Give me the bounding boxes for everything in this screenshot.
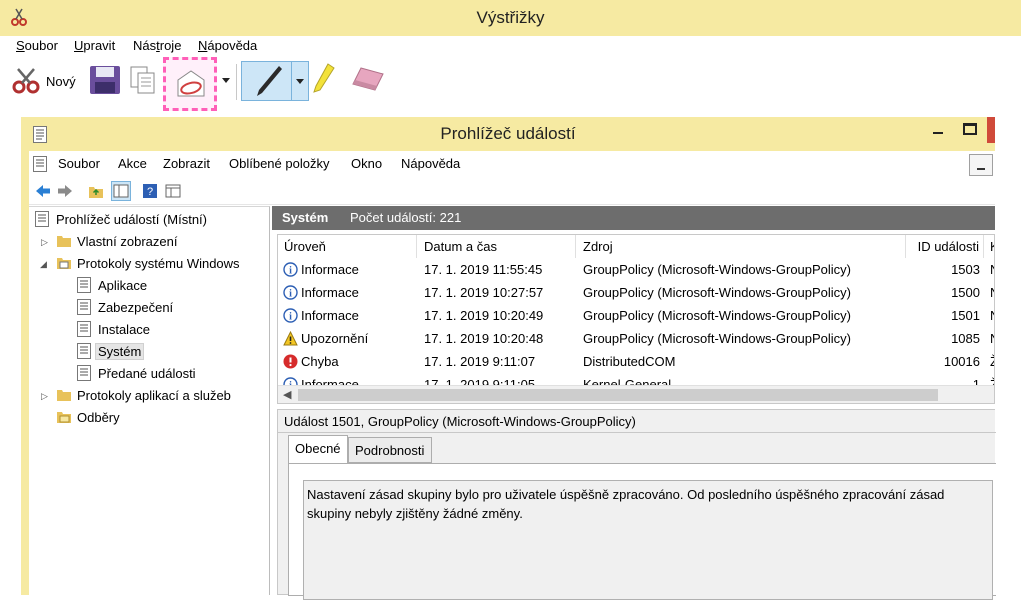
chevron-down-icon[interactable] [222,78,230,83]
toolbar-separator [236,64,237,100]
snipping-tool-titlebar: Výstřižky [0,0,1021,36]
chevron-down-icon [296,79,304,84]
tab-general[interactable]: Obecné [288,435,348,463]
svg-text:?: ? [147,186,153,198]
expand-arrow-icon[interactable]: ▷ [41,237,48,248]
table-row[interactable]: i Informace 17. 1. 2019 10:27:57 GroupPo… [278,281,994,304]
table-row[interactable]: i Informace 17. 1. 2019 10:20:49 GroupPo… [278,304,994,327]
log-icon [77,343,93,359]
svg-text:i: i [289,266,292,277]
column-header-level[interactable]: Úroveň [278,235,417,258]
event-viewer-client: Soubor Akce Zobrazit Oblíbené položky Ok… [29,151,996,600]
log-pane: Systém Počet událostí: 221 Úroveň Datum … [272,206,996,600]
event-viewer-window: Prohlížeč událostí Soubor Akce Zobrazit … [21,117,996,600]
properties-icon[interactable] [165,183,181,199]
ev-menu-napoveda[interactable]: Nápověda [401,156,460,171]
info-icon: i [283,285,298,300]
table-row[interactable]: i Informace 17. 1. 2019 11:55:45 GroupPo… [278,258,994,281]
collapse-arrow-icon[interactable]: ◢ [40,259,47,270]
divider [278,432,996,433]
column-header-id[interactable]: ID události [906,235,984,258]
log-icon [77,299,93,315]
send-snip-icon [175,68,207,103]
horizontal-scrollbar[interactable]: ◀ [278,385,994,403]
event-viewer-icon [35,211,51,227]
tab-details[interactable]: Podrobnosti [348,437,432,463]
event-viewer-titlebar: Prohlížeč událostí [21,117,995,151]
ev-menu-oblibene[interactable]: Oblíbené položky [229,156,329,171]
new-snip-button[interactable]: Nový [10,62,82,100]
menu-upravit[interactable]: Upravit [74,38,115,53]
scroll-left-icon[interactable]: ◀ [283,388,291,401]
scissors-icon [10,66,42,99]
table-row[interactable]: Chyba 17. 1. 2019 9:11:07 DistributedCOM… [278,350,994,373]
table-row[interactable]: Upozornění 17. 1. 2019 10:20:48 GroupPol… [278,327,994,350]
svg-text:i: i [289,289,292,300]
new-label: Nový [46,74,76,89]
pen-button[interactable] [241,61,309,101]
log-icon [77,321,93,337]
ev-menu-zobrazit[interactable]: Zobrazit [163,156,210,171]
pen-icon [254,64,284,101]
column-header-source[interactable]: Zdroj [576,235,906,258]
mdi-icon[interactable] [33,156,47,175]
pen-dropdown[interactable] [291,62,308,100]
event-detail-pane: Událost 1501, GroupPolicy (Microsoft-Win… [277,409,996,600]
eraser-icon[interactable] [349,66,385,97]
show-hide-tree-icon[interactable] [111,181,131,201]
log-icon [77,365,93,381]
log-header: Systém Počet událostí: 221 [272,206,995,230]
save-icon[interactable] [89,65,121,98]
copy-icon[interactable] [128,65,158,98]
menu-nastroje[interactable]: Nástroje [133,38,181,53]
column-header-date[interactable]: Datum a čas [417,235,576,258]
send-snip-highlight[interactable] [163,57,217,111]
ev-menu-soubor[interactable]: Soubor [58,156,100,171]
navigation-tree: Prohlížeč událostí (Místní) ▷ Vlastní zo… [29,206,270,595]
menu-bar: Soubor Upravit Nástroje Nápověda [0,36,1021,58]
event-description-box[interactable]: Nastavení zásad skupiny bylo pro uživate… [303,480,993,600]
minimize-button[interactable] [933,125,945,137]
folder-icon [56,387,72,403]
event-viewer-menu-bar: Soubor Akce Zobrazit Oblíbené položky Ok… [29,151,995,177]
mdi-minimize-button[interactable] [969,154,993,176]
back-arrow-icon[interactable] [35,183,51,199]
info-icon: i [283,262,298,277]
toolbar: Nový [0,57,1021,111]
maximize-button[interactable] [963,123,977,135]
folder-log-icon [56,255,72,271]
window-title: Výstřižky [476,8,545,27]
ev-menu-okno[interactable]: Okno [351,156,382,171]
highlighter-icon[interactable] [310,62,338,101]
menu-soubor[interactable]: Soubor [16,38,58,53]
event-viewer-toolbar: ? [29,177,995,205]
event-viewer-title: Prohlížeč událostí [440,124,576,143]
up-folder-icon[interactable] [88,183,104,199]
forward-arrow-icon[interactable] [57,183,73,199]
event-description: Nastavení zásad skupiny bylo pro uživate… [307,487,945,521]
info-icon: i [283,308,298,323]
close-button[interactable] [987,117,995,143]
warning-icon [283,330,298,346]
menu-napoveda[interactable]: Nápověda [198,38,257,53]
help-icon[interactable]: ? [142,183,158,199]
expand-arrow-icon[interactable]: ▷ [41,391,48,402]
column-header-category[interactable]: K [984,235,994,258]
scroll-thumb[interactable] [298,389,938,401]
log-icon [77,277,93,293]
subscription-icon [56,409,72,425]
error-icon [283,354,298,369]
log-name: Systém [282,210,329,225]
tab-panel: Nastavení zásad skupiny bylo pro uživate… [288,463,996,600]
ev-menu-akce[interactable]: Akce [118,156,147,171]
event-detail-title: Událost 1501, GroupPolicy (Microsoft-Win… [284,414,636,429]
svg-text:i: i [289,312,292,323]
events-table: Úroveň Datum a čas Zdroj ID události K i… [277,234,995,404]
event-count: Počet událostí: 221 [350,210,462,225]
folder-icon [56,233,72,249]
